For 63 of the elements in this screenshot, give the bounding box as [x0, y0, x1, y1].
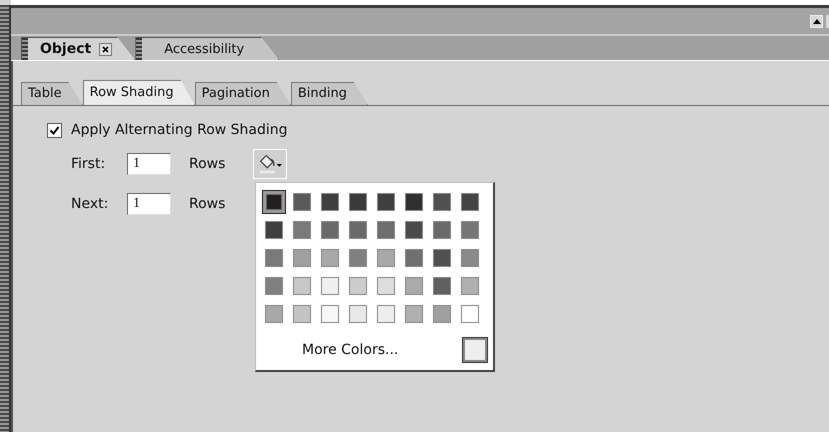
triangle-up-icon [812, 18, 820, 24]
color-swatch[interactable] [318, 190, 342, 214]
field-label: Next: [71, 196, 110, 212]
color-swatch[interactable] [318, 274, 342, 298]
checkbox[interactable] [47, 122, 62, 138]
color-swatch[interactable] [262, 246, 286, 270]
color-swatch[interactable] [402, 190, 426, 214]
color-swatch[interactable] [262, 218, 286, 242]
color-swatch[interactable] [402, 246, 426, 270]
color-swatch[interactable] [458, 190, 482, 214]
color-swatch[interactable] [290, 302, 314, 326]
color-swatch[interactable] [290, 218, 314, 242]
color-swatch[interactable] [290, 190, 314, 214]
tab[interactable]: Row Shading [82, 80, 195, 105]
color-swatch[interactable] [458, 302, 482, 326]
color-swatch[interactable] [346, 218, 370, 242]
color-swatch[interactable] [430, 218, 454, 242]
color-swatch[interactable] [318, 246, 342, 270]
color-swatch[interactable] [262, 302, 286, 326]
color-swatch[interactable] [346, 274, 370, 298]
more-colors-link[interactable]: More Colors... [302, 342, 463, 358]
panel-grip[interactable] [0, 5, 11, 432]
tab[interactable]: Table [21, 82, 83, 105]
panel-tab[interactable]: Object [21, 37, 136, 60]
color-swatch[interactable] [402, 302, 426, 326]
grip-icon [136, 38, 142, 60]
color-swatch[interactable] [262, 190, 286, 214]
color-swatch[interactable] [374, 246, 398, 270]
color-swatch[interactable] [318, 302, 342, 326]
grip-icon [22, 38, 28, 60]
checkbox-label: Apply Alternating Row Shading [71, 122, 288, 138]
color-swatch[interactable] [318, 218, 342, 242]
custom-color-swatch[interactable] [463, 338, 487, 362]
color-swatch[interactable] [374, 302, 398, 326]
fill-color-button[interactable] [253, 149, 287, 179]
color-swatch[interactable] [430, 246, 454, 270]
color-swatch[interactable] [430, 302, 454, 326]
color-swatch[interactable] [374, 190, 398, 214]
panel-tab[interactable]: Accessibility [135, 37, 280, 60]
color-swatch[interactable] [430, 274, 454, 298]
color-swatch[interactable] [290, 246, 314, 270]
collapse-button[interactable] [810, 14, 823, 28]
color-swatch[interactable] [374, 274, 398, 298]
color-swatch[interactable] [262, 274, 286, 298]
color-swatch[interactable] [290, 274, 314, 298]
color-swatch[interactable] [458, 218, 482, 242]
color-swatch[interactable] [402, 274, 426, 298]
color-swatch[interactable] [374, 218, 398, 242]
color-swatch[interactable] [458, 246, 482, 270]
tab[interactable]: Pagination [194, 82, 291, 105]
input-field[interactable]: 1 [127, 153, 171, 175]
unit-label: Rows [189, 196, 226, 212]
color-swatch[interactable] [458, 274, 482, 298]
field-label: First: [71, 156, 106, 172]
color-swatch[interactable] [346, 302, 370, 326]
color-swatch[interactable] [430, 190, 454, 214]
input-field[interactable]: 1 [127, 193, 171, 215]
close-icon[interactable] [99, 42, 112, 56]
tab[interactable]: Binding [290, 82, 368, 105]
color-swatch[interactable] [346, 190, 370, 214]
unit-label: Rows [189, 156, 226, 172]
color-swatch[interactable] [402, 218, 426, 242]
color-swatch[interactable] [346, 246, 370, 270]
